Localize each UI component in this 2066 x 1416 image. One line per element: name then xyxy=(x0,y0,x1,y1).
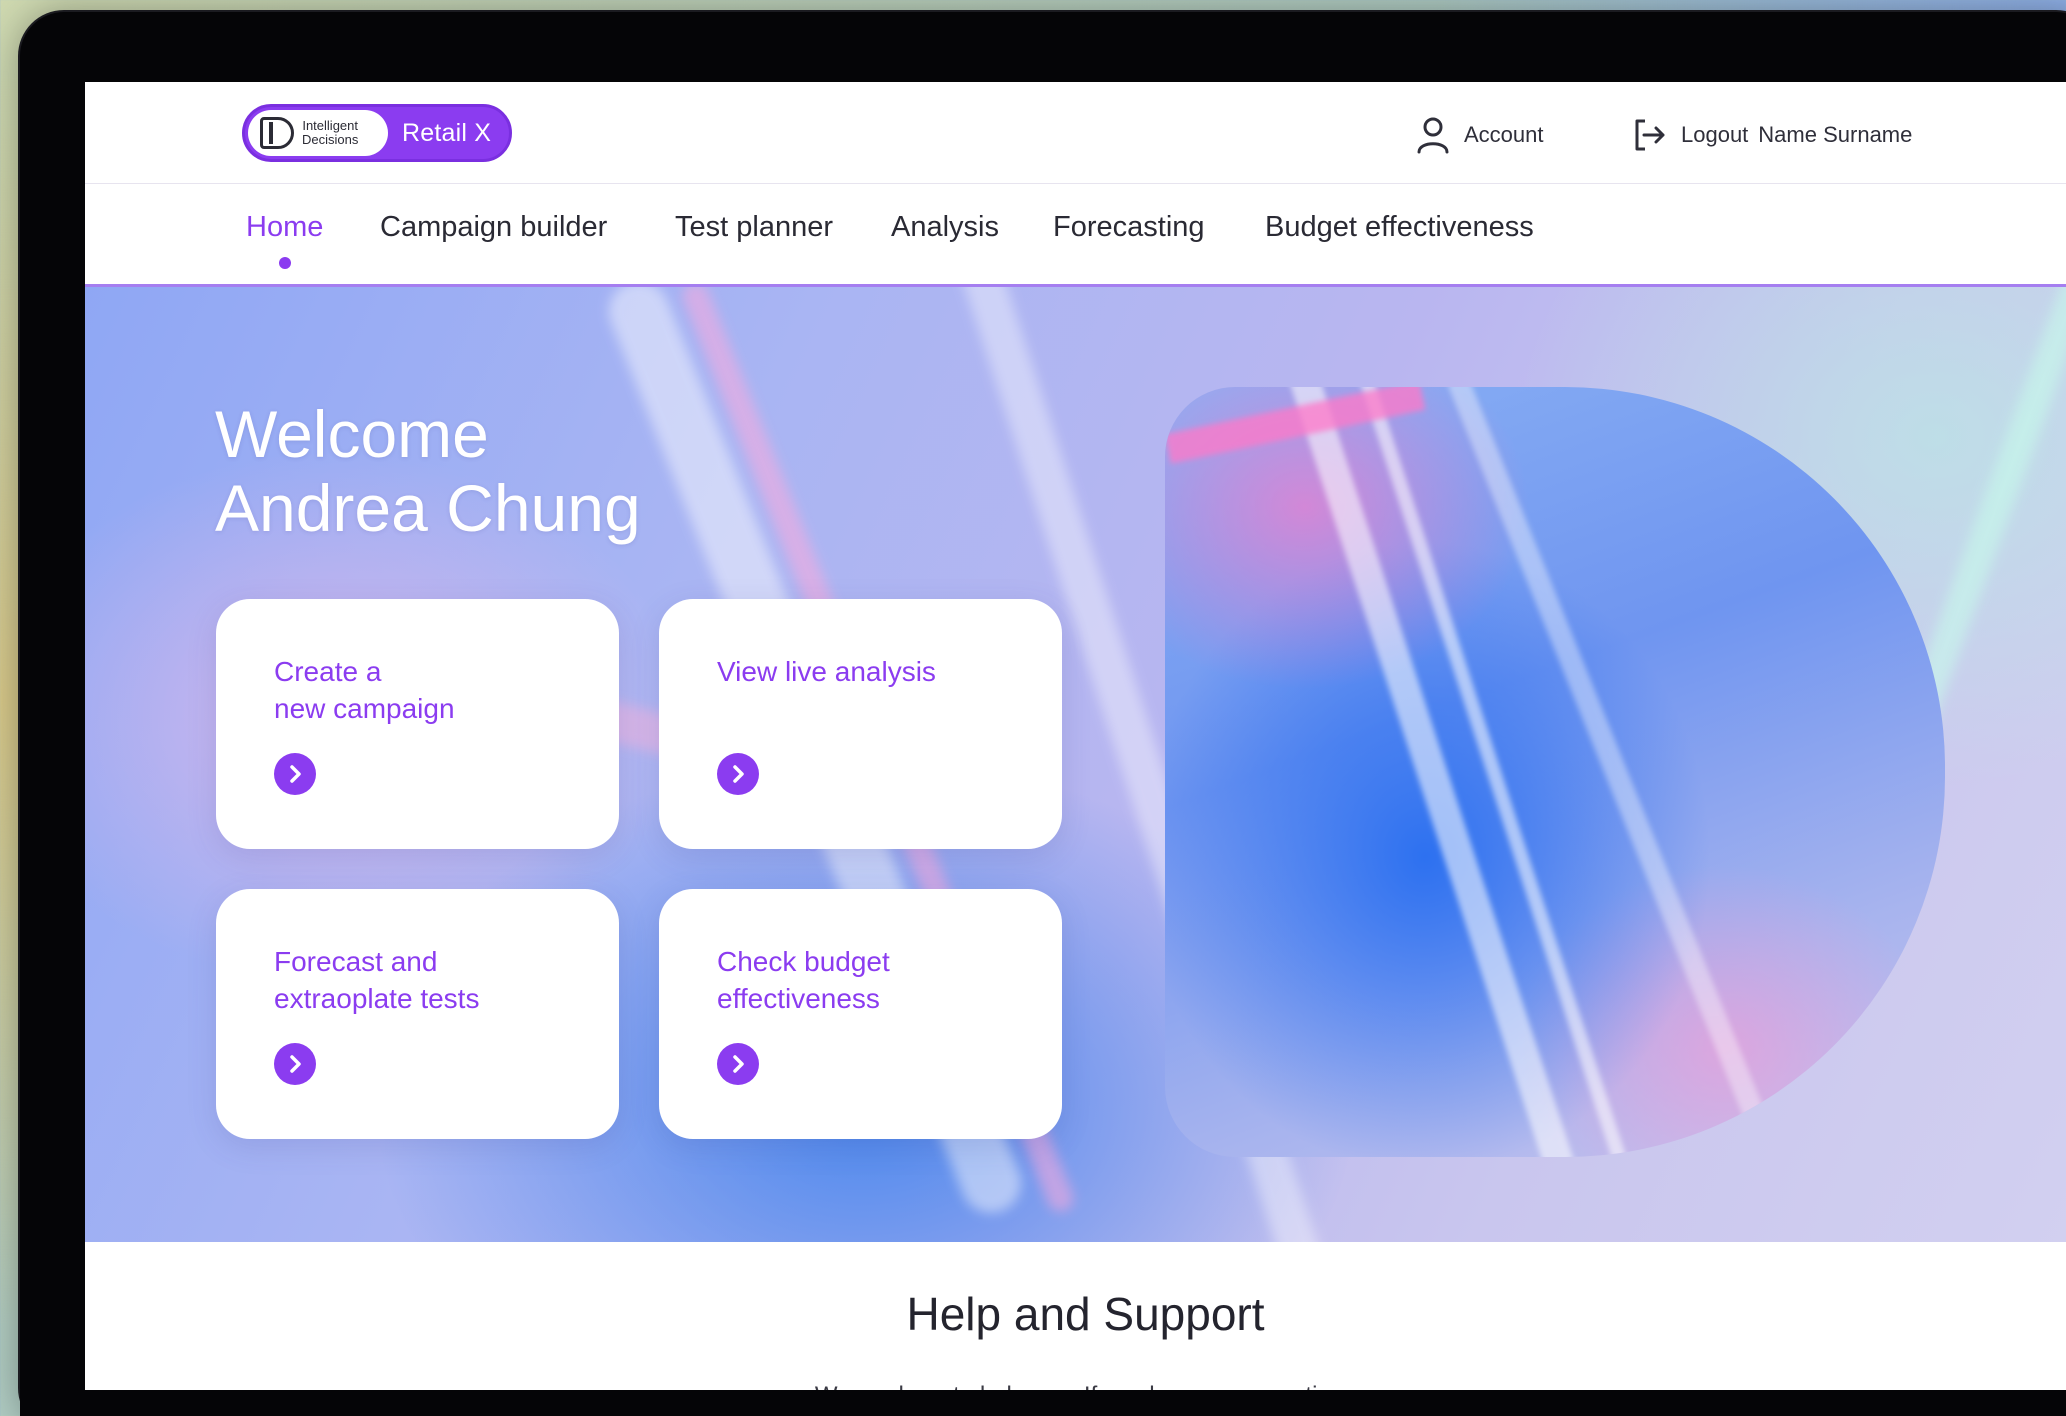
user-name: Name Surname xyxy=(1758,122,1913,147)
hero-illustration xyxy=(1165,387,1945,1157)
logo-brand-pill: Intelligent Decisions xyxy=(248,110,388,156)
logo-brand-line1: Intelligent xyxy=(302,118,358,133)
create-campaign-card[interactable]: Create a new campaign xyxy=(216,599,619,849)
app-screen: Intelligent Decisions Retail X Account L… xyxy=(85,82,2066,1402)
card-title: View live analysis xyxy=(717,656,936,687)
nav-item-label: Analysis xyxy=(891,211,999,243)
logout-link[interactable]: Logout Name Surname xyxy=(1631,115,1912,155)
nav-item-label: Forecasting xyxy=(1053,211,1205,243)
forecast-tests-card[interactable]: Forecast and extraoplate tests xyxy=(216,889,619,1139)
nav-item-label: Campaign builder xyxy=(380,211,608,243)
hero-section: Welcome Andrea Chung Create a new campai… xyxy=(85,287,2066,1242)
nav-item-label: Test planner xyxy=(675,211,833,243)
nav-item-label: Home xyxy=(246,211,324,243)
chevron-right-icon[interactable] xyxy=(717,753,759,795)
welcome-line-2: Andrea Chung xyxy=(215,471,641,545)
welcome-heading: Welcome Andrea Chung xyxy=(215,397,641,545)
nav-item-home[interactable]: Home xyxy=(246,211,324,269)
device-bottom-bezel xyxy=(20,1390,2066,1416)
view-live-analysis-card[interactable]: View live analysis xyxy=(659,599,1062,849)
card-title: Forecast and extraoplate tests xyxy=(274,946,480,1014)
budget-effectiveness-card[interactable]: Check budget effectiveness xyxy=(659,889,1062,1139)
nav-item-label: Budget effectiveness xyxy=(1265,211,1534,243)
main-nav: Home Campaign builder Test planner Analy… xyxy=(85,185,2066,287)
logo[interactable]: Intelligent Decisions Retail X xyxy=(242,104,512,162)
chevron-right-icon[interactable] xyxy=(717,1043,759,1085)
account-label: Account xyxy=(1464,122,1544,147)
logout-icon xyxy=(1635,119,1665,151)
nav-item-analysis[interactable]: Analysis xyxy=(891,211,999,244)
help-support-heading: Help and Support xyxy=(906,1288,1265,1340)
account-link[interactable]: Account xyxy=(1416,115,1544,155)
user-icon xyxy=(1417,117,1449,154)
chevron-right-icon[interactable] xyxy=(274,753,316,795)
card-title: Check budget effectiveness xyxy=(717,946,890,1014)
logo-mark-icon xyxy=(260,117,294,149)
nav-item-budget-effectiveness[interactable]: Budget effectiveness xyxy=(1265,211,1534,244)
logo-brand-line2: Decisions xyxy=(302,132,359,147)
illustration-streak xyxy=(1286,387,1594,1157)
active-indicator xyxy=(278,257,291,269)
logo-product-name: Retail X xyxy=(402,118,492,147)
nav-item-campaign-builder[interactable]: Campaign builder xyxy=(380,211,607,244)
welcome-line-1: Welcome xyxy=(215,397,489,471)
device-frame: Intelligent Decisions Retail X Account L… xyxy=(20,12,2066,1416)
nav-item-test-planner[interactable]: Test planner xyxy=(675,211,833,244)
logo-brand-text: Intelligent Decisions xyxy=(302,119,358,147)
nav-item-forecasting[interactable]: Forecasting xyxy=(1053,211,1205,244)
card-title: Create a new campaign xyxy=(274,656,455,724)
logout-label: Logout xyxy=(1681,122,1749,147)
chevron-right-icon[interactable] xyxy=(274,1043,316,1085)
top-bar: Intelligent Decisions Retail X Account L… xyxy=(85,82,2066,184)
